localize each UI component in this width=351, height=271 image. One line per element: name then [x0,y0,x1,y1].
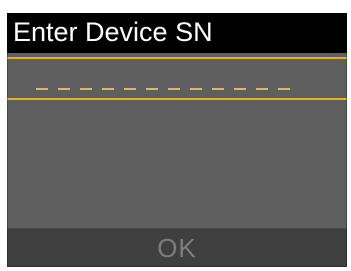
serial-digit-slot[interactable] [146,87,158,90]
serial-digit-slot[interactable] [168,87,180,90]
serial-digit-slot[interactable] [212,87,224,90]
entry-bottom-line [7,98,347,100]
serial-digit-slot[interactable] [190,87,202,90]
serial-digit-slot[interactable] [234,87,246,90]
serial-entry-area[interactable] [7,53,347,228]
serial-digit-slot[interactable] [80,87,92,90]
serial-digit-slot[interactable] [58,87,70,90]
serial-digit-slot[interactable] [124,87,136,90]
entry-top-line [7,57,347,59]
serial-digit-slot[interactable] [36,87,48,90]
serial-digit-slot[interactable] [256,87,268,90]
bottom-action-bar: OK [7,228,347,267]
serial-digit-slot[interactable] [278,87,290,90]
screen-title: Enter Device SN [13,17,213,47]
serial-number-field[interactable] [36,87,347,90]
title-bar: Enter Device SN [7,13,347,53]
serial-digit-slot[interactable] [102,87,114,90]
device-frame: Enter Device SN OK [0,0,351,271]
ok-button[interactable]: OK [7,229,347,267]
device-screen: Enter Device SN OK [7,13,347,267]
